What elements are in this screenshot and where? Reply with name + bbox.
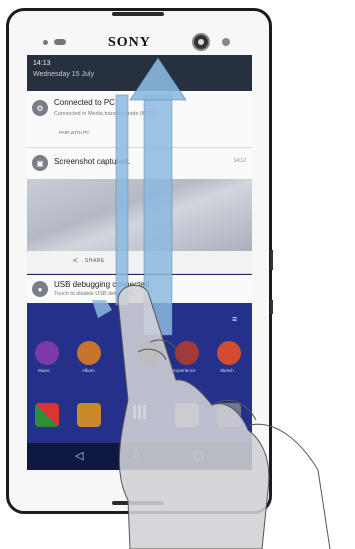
screenshot-icon: ▣ (32, 155, 48, 171)
screenshot-preview[interactable] (27, 179, 252, 251)
notification-subtitle: Touch to disable USB debugging. (54, 291, 136, 297)
app-label: Experience (173, 368, 196, 373)
status-date: Wednesday 15 July (33, 71, 94, 78)
share-bar[interactable]: < SHARE (27, 251, 252, 274)
share-icon: < (73, 256, 78, 265)
light-sensor (222, 38, 230, 46)
speaker-grille (54, 39, 66, 45)
pc-icon: ⚙ (32, 100, 48, 116)
experience-app-icon[interactable] (175, 341, 199, 365)
navigation-bar: ◁ ⌂ ▢ (27, 443, 252, 470)
apps-folder-icon[interactable] (35, 403, 59, 427)
app-label: Album (82, 368, 95, 373)
volume-key[interactable] (270, 250, 273, 270)
notification-title: USB debugging connected (54, 280, 150, 289)
top-bezel-strip (112, 12, 164, 16)
app-drawer-icon[interactable] (133, 405, 147, 419)
notification-time: 14:12 (233, 158, 246, 164)
usb-icon: ● (32, 281, 48, 297)
bottom-bezel-strip (112, 501, 164, 505)
album-app-icon[interactable] (77, 341, 101, 365)
brand-logo: SONY (108, 35, 151, 50)
power-key[interactable] (270, 300, 273, 314)
back-icon[interactable]: ◁ (75, 449, 83, 462)
app-label: Sketch (220, 368, 234, 373)
menu-icon[interactable]: ≡ (232, 314, 237, 324)
messaging-icon[interactable] (175, 403, 199, 427)
screen: 14:13 Wednesday 15 July ⚙ Connected to P… (27, 55, 252, 470)
camera-icon[interactable] (217, 403, 241, 427)
notification-connected-pc[interactable]: ⚙ Connected to PC Connected in Media tra… (27, 91, 252, 148)
front-camera (192, 33, 210, 51)
sketch-app-icon[interactable] (217, 341, 241, 365)
notification-screenshot[interactable]: ▣ Screenshot captured. 14:12 (27, 148, 252, 180)
notification-usb-debugging[interactable]: ● USB debugging connected Touch to disab… (27, 275, 252, 304)
recent-apps-icon[interactable]: ▢ (193, 449, 203, 462)
music-app-icon[interactable] (35, 341, 59, 365)
notification-title: Connected to PC (54, 98, 115, 107)
proximity-dot (43, 40, 48, 45)
home-icon[interactable]: ⌂ (133, 449, 140, 461)
video-app-icon[interactable] (137, 341, 161, 365)
status-time: 14:13 (33, 60, 51, 67)
notification-header: 14:13 Wednesday 15 July (27, 55, 252, 91)
home-screen: ≡ Music Album Experience Sketch ◁ ⌂ ▢ (27, 303, 252, 470)
notification-title: Screenshot captured. (54, 157, 131, 166)
pair-with-pc-button[interactable]: PAIR WITH PC (59, 130, 89, 135)
notification-subtitle: Connected in Media transfer mode (MTP) (54, 111, 156, 117)
play-store-icon[interactable] (77, 403, 101, 427)
share-button[interactable]: SHARE (85, 258, 105, 264)
app-label: Music (38, 368, 50, 373)
